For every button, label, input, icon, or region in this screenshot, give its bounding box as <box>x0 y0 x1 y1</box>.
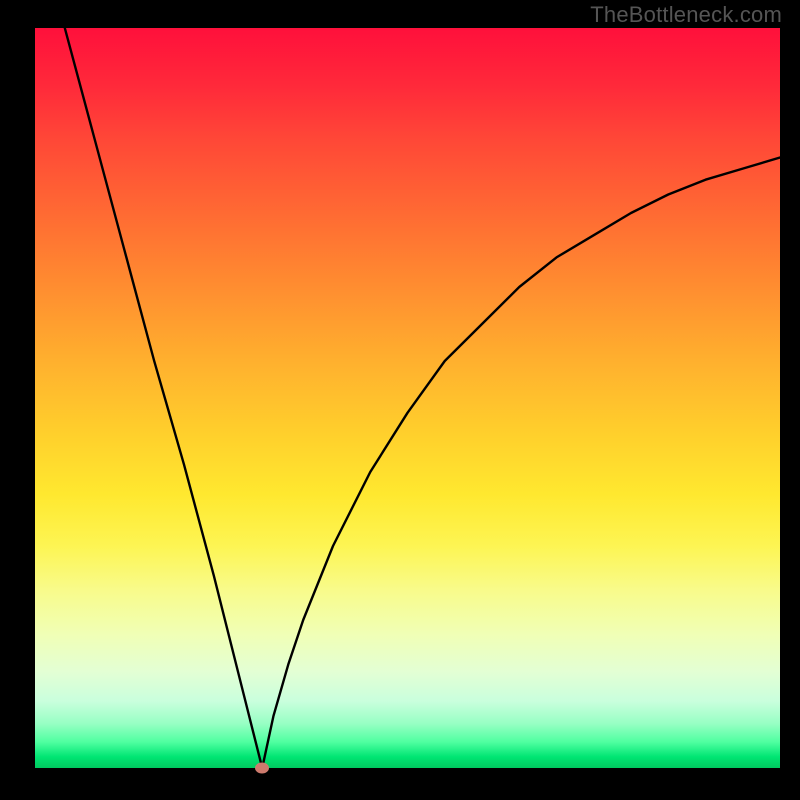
bottleneck-curve <box>35 28 780 768</box>
chart-plot-area <box>35 28 780 768</box>
watermark-text: TheBottleneck.com <box>590 2 782 28</box>
minimum-marker <box>255 763 269 774</box>
